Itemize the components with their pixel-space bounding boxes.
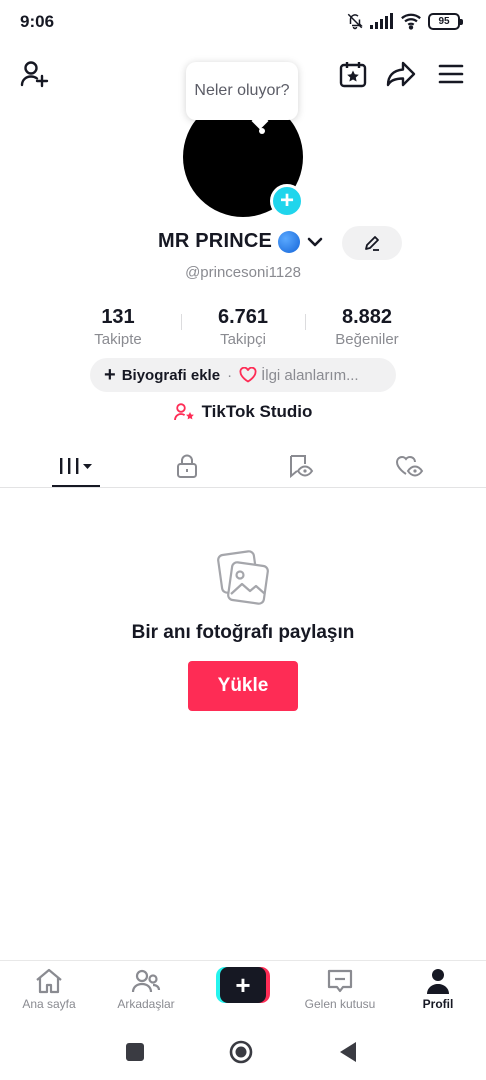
nav-home[interactable]: Ana sayfa [0, 967, 99, 1011]
likes-label: Beğeniler [335, 331, 399, 348]
menu-icon[interactable] [435, 58, 467, 90]
upload-button[interactable]: Yükle [188, 661, 298, 711]
edit-profile-button[interactable] [342, 226, 402, 260]
photos-icon [214, 548, 272, 606]
stat-likes[interactable]: 8.882 Beğeniler [307, 306, 427, 348]
calendar-star-icon[interactable] [337, 58, 369, 90]
profile-name: MR PRINCE [158, 230, 273, 252]
add-bio-link[interactable]: Biyografi ekle [122, 367, 220, 384]
nav-profile-label: Profil [422, 997, 454, 1011]
home-icon [36, 968, 62, 994]
heart-outline-icon [239, 367, 257, 383]
add-friend-icon[interactable] [18, 58, 50, 90]
tabs-divider [0, 487, 486, 488]
back-icon[interactable] [336, 1040, 360, 1064]
nav-profile[interactable]: Profil [388, 967, 486, 1011]
tab-private[interactable] [152, 446, 222, 486]
chevron-down-icon[interactable] [306, 233, 324, 251]
liked-eye-icon [395, 456, 424, 477]
system-nav-bar [0, 1022, 486, 1080]
empty-state-title: Bir anı fotoğrafı paylaşın [131, 622, 355, 643]
name-row[interactable]: MR PRINCE [158, 230, 324, 253]
bottom-nav: Ana sayfa Arkadaşlar + Gelen kutusu Prof… [0, 960, 486, 1022]
nav-inbox[interactable]: Gelen kutusu [290, 967, 390, 1011]
battery-icon: 95 [428, 12, 463, 30]
share-icon[interactable] [385, 58, 417, 90]
status-time: 9:06 [20, 12, 55, 31]
mute-icon [347, 13, 363, 30]
inbox-icon [327, 969, 353, 993]
battery-level: 95 [438, 15, 450, 27]
edit-pencil-icon [365, 236, 379, 251]
nav-home-label: Ana sayfa [22, 997, 76, 1011]
friends-icon [131, 969, 161, 993]
stat-following[interactable]: 131 Takipte [58, 306, 178, 348]
grid-videos-icon [60, 458, 92, 474]
tab-videos[interactable] [41, 446, 111, 486]
stat-divider [181, 314, 182, 330]
interests-link[interactable]: İlgi alanlarım... [261, 367, 359, 384]
tab-reposts[interactable] [265, 446, 335, 486]
nav-friends[interactable]: Arkadaşlar [96, 967, 196, 1011]
create-plus-icon: + [220, 967, 266, 1003]
plus-icon: + [104, 364, 116, 386]
person-star-icon [173, 403, 194, 421]
followers-label: Takipçi [220, 331, 266, 348]
repost-eye-icon [290, 455, 314, 479]
bio-pill[interactable]: + Biyografi ekle · İlgi alanlarım... [90, 358, 396, 392]
home-circle-icon[interactable] [229, 1040, 253, 1064]
signal-icon [370, 13, 393, 29]
following-count: 131 [101, 306, 135, 328]
tab-liked[interactable] [375, 446, 445, 486]
status-icons: 95 [346, 12, 463, 30]
recents-icon[interactable] [123, 1040, 147, 1064]
following-label: Takipte [94, 331, 142, 348]
nav-inbox-label: Gelen kutusu [304, 997, 376, 1011]
create-button[interactable]: + [216, 967, 270, 1003]
bio-separator: · [227, 366, 233, 384]
tiktok-studio-link[interactable]: TikTok Studio [0, 402, 486, 422]
username: @princesoni1128 [185, 264, 301, 281]
profile-icon [427, 969, 449, 994]
nav-friends-label: Arkadaşlar [117, 997, 175, 1011]
lock-icon [177, 454, 197, 478]
followers-count: 6.761 [217, 306, 269, 328]
avatar-add-button[interactable]: + [270, 184, 304, 218]
blue-circle-emoji [278, 230, 301, 253]
stat-divider [305, 314, 306, 330]
tiktok-studio-label: TikTok Studio [201, 402, 313, 421]
wifi-icon [401, 13, 421, 30]
likes-count: 8.882 [341, 306, 393, 328]
status-bubble[interactable]: Neler oluyor? [186, 62, 298, 120]
stat-followers[interactable]: 6.761 Takipçi [183, 306, 303, 348]
